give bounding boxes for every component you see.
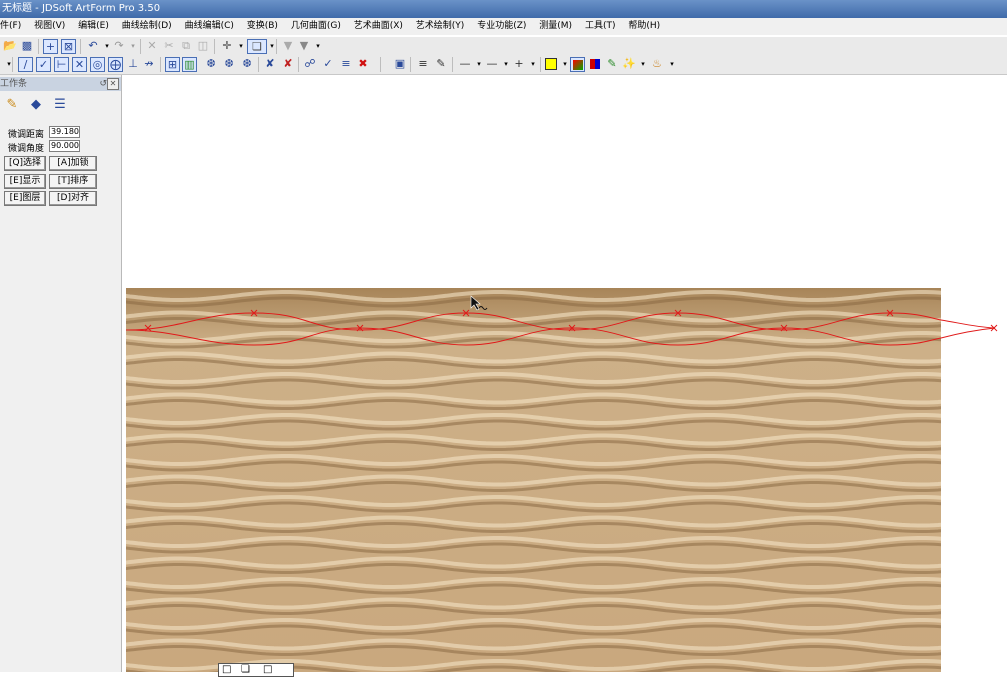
toolbox-icon-a[interactable]: □ — [222, 664, 231, 676]
toolbox-icon-b[interactable]: ❏ — [241, 664, 250, 676]
toolbox-icon-c[interactable]: □ — [263, 664, 272, 676]
mouse-cursor — [470, 295, 488, 311]
wave-curve-lower[interactable] — [125, 327, 942, 346]
wave-curve-extension[interactable] — [940, 319, 996, 339]
curve-overlay — [125, 295, 998, 346]
wave-curve-upper[interactable] — [125, 312, 942, 331]
floating-toolbox[interactable]: □ ❏ □ — [218, 663, 294, 677]
